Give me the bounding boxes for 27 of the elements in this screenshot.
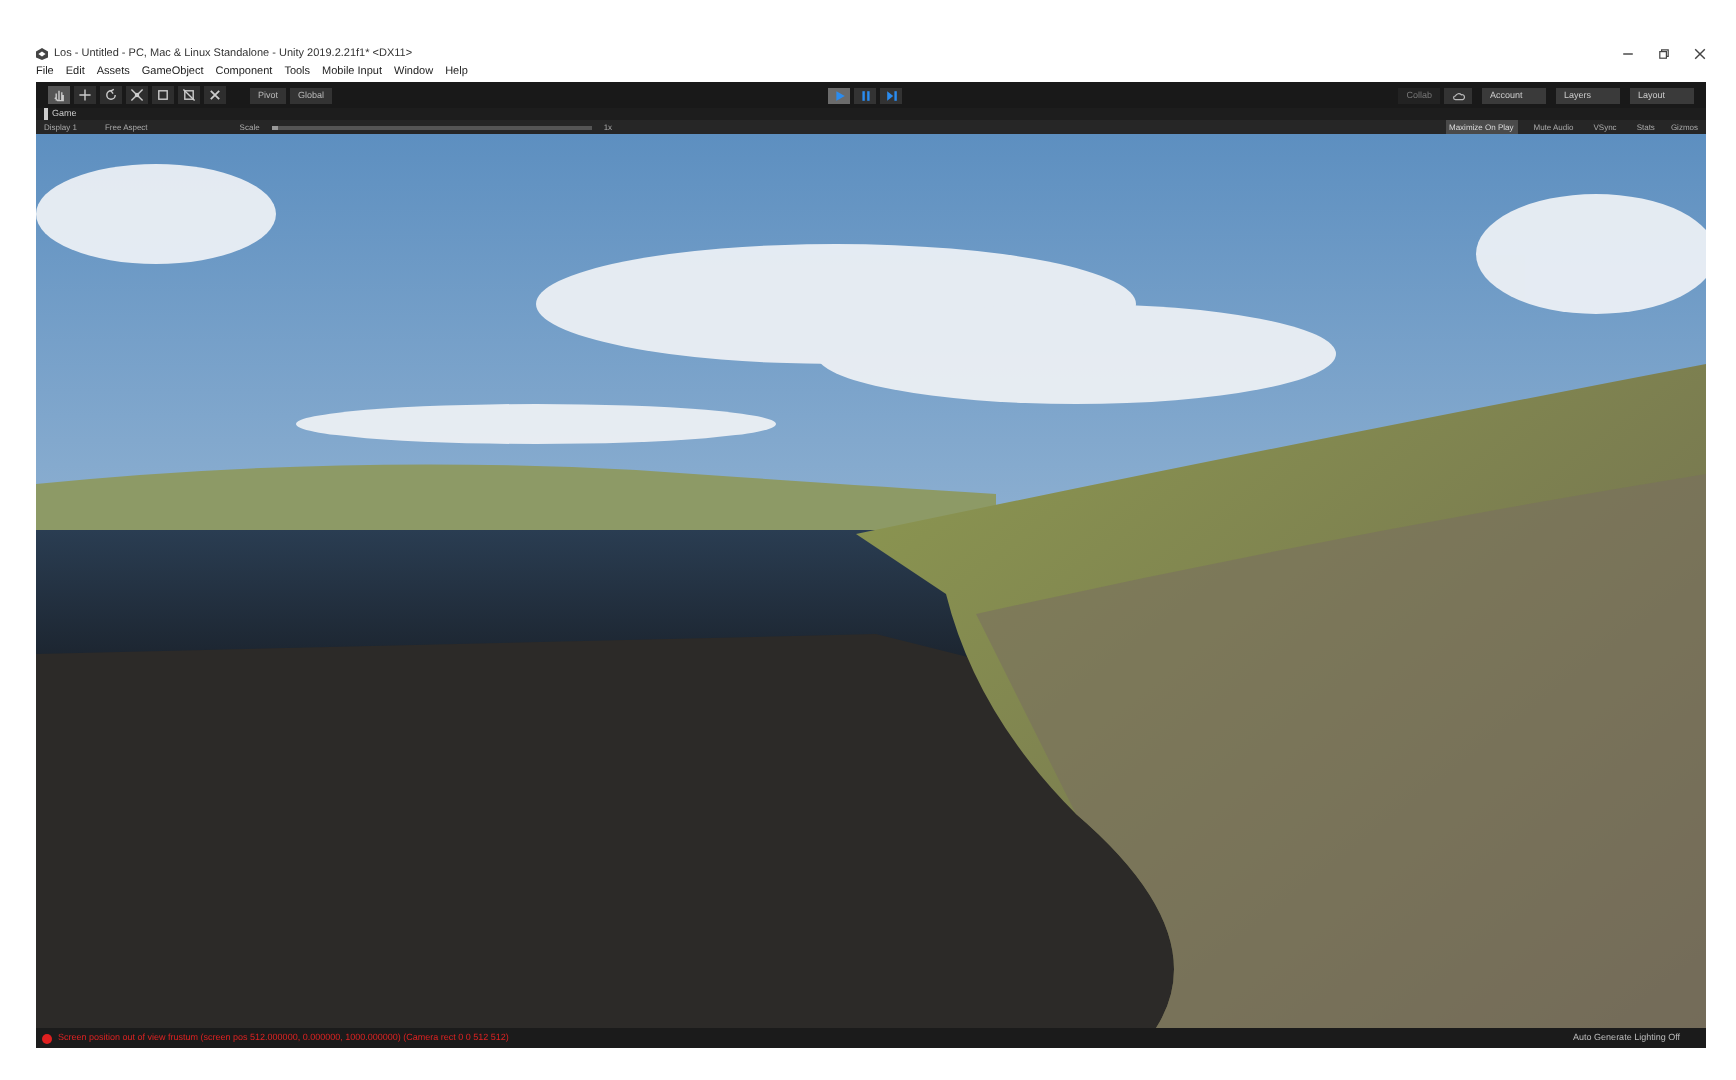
error-icon <box>42 1033 52 1043</box>
tool-tool-button[interactable] <box>204 86 226 104</box>
close-icon[interactable] <box>1694 48 1706 60</box>
play-icon <box>833 89 846 101</box>
cloud-button[interactable] <box>1444 87 1473 103</box>
hand-icon <box>52 88 66 102</box>
tool-icon <box>208 88 222 102</box>
transform-tool-button[interactable] <box>178 86 200 104</box>
rotate-icon <box>104 88 118 102</box>
rotate-tool-button[interactable] <box>100 86 122 104</box>
hand-tool-button[interactable] <box>48 86 70 104</box>
transform-icon <box>182 88 196 102</box>
unity-logo-icon <box>36 48 48 60</box>
pause-button[interactable] <box>854 87 877 103</box>
cloud-icon <box>1451 89 1466 101</box>
move-tool-button[interactable] <box>74 86 96 104</box>
move-icon <box>78 88 92 102</box>
restore-icon[interactable] <box>1658 48 1670 60</box>
scale-icon <box>130 88 144 102</box>
minimize-icon[interactable] <box>1622 48 1634 60</box>
pause-icon <box>859 89 872 101</box>
rect-icon <box>156 88 170 102</box>
scale-tool-button[interactable] <box>126 86 148 104</box>
step-button[interactable] <box>880 87 903 103</box>
rect-tool-button[interactable] <box>152 86 174 104</box>
play-button[interactable] <box>828 87 851 103</box>
step-icon <box>885 89 898 101</box>
